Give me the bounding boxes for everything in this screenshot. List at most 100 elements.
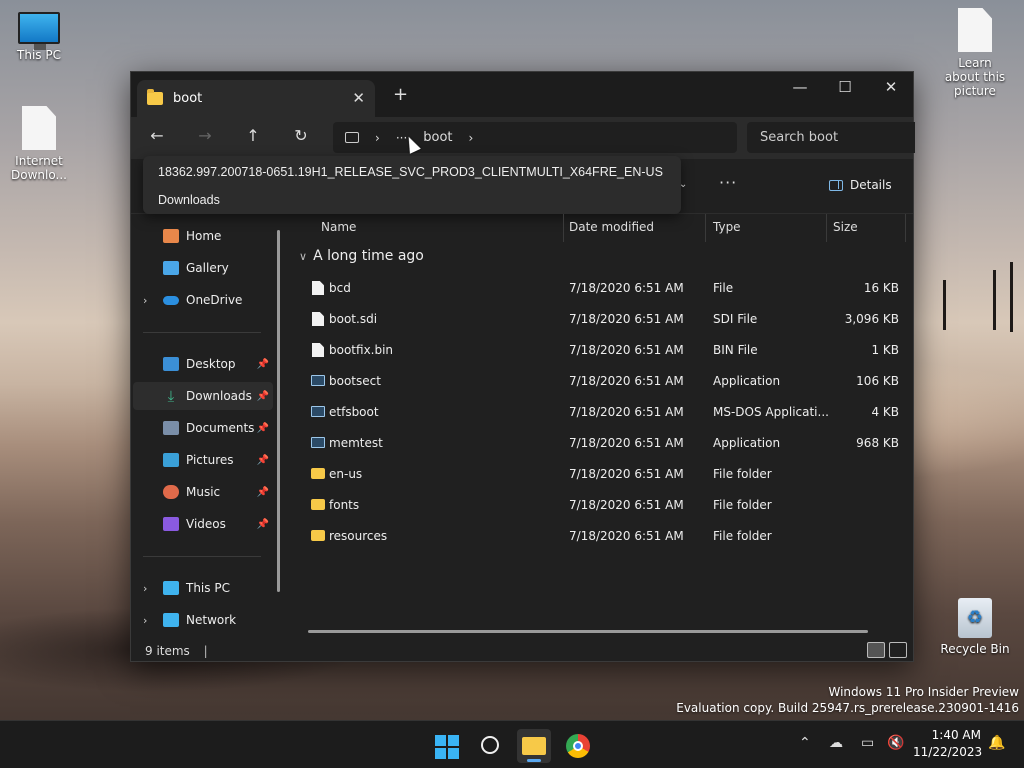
details-pane-button[interactable]: Details — [829, 178, 892, 192]
see-more-button[interactable]: ··· — [719, 173, 737, 192]
sidebar-item-label: Gallery — [186, 261, 229, 275]
breadcrumb-boot[interactable]: boot — [423, 130, 452, 145]
tab-boot[interactable]: boot ✕ — [137, 80, 375, 117]
chevron-right-icon[interactable]: › — [143, 614, 147, 627]
sidebar-item-pictures[interactable]: Pictures 📌 — [133, 446, 273, 474]
horizontal-scrollbar[interactable] — [308, 630, 868, 633]
recycle-bin-icon: ♻ — [958, 598, 992, 638]
file-row[interactable]: fonts 7/18/2020 6:51 AM File folder — [307, 490, 907, 521]
tab-close-icon[interactable]: ✕ — [352, 89, 365, 107]
file-name: fonts — [329, 498, 360, 512]
palm-tree-trunk — [1010, 262, 1013, 332]
file-name: bootfix.bin — [329, 343, 394, 357]
file-row[interactable]: memtest 7/18/2020 6:51 AM Application 968 K… — [307, 428, 907, 459]
application-icon — [311, 406, 325, 417]
sidebar-item-onedrive[interactable]: › OneDrive — [133, 286, 273, 314]
windows-logo-icon — [435, 735, 446, 746]
desktop-icon-label: Recycle Bin — [940, 642, 1010, 656]
breadcrumb-separator[interactable]: › — [469, 131, 474, 145]
column-header-date[interactable]: Date modified — [561, 214, 705, 242]
file-row[interactable]: bcd 7/18/2020 6:51 AM File 16 KB — [307, 273, 907, 304]
file-size: 4 KB — [871, 405, 899, 419]
volume-muted-icon[interactable]: 🔇 — [887, 735, 904, 751]
group-label: A long time ago — [313, 248, 424, 264]
sidebar-item-music[interactable]: Music 📌 — [133, 478, 273, 506]
sidebar-item-this-pc[interactable]: › This PC — [133, 574, 273, 602]
flyout-item-downloads[interactable]: Downloads — [158, 193, 220, 207]
column-divider[interactable] — [905, 214, 906, 242]
sidebar-item-label: Desktop — [186, 357, 236, 371]
back-button[interactable]: ← — [143, 126, 171, 145]
breadcrumb-separator[interactable]: › — [375, 131, 380, 145]
column-header-type[interactable]: Type — [705, 214, 825, 242]
column-header-size[interactable]: Size — [825, 214, 905, 242]
onedrive-icon[interactable]: ☁ — [829, 735, 843, 751]
file-date: 7/18/2020 6:51 AM — [569, 498, 684, 512]
file-size: 1 KB — [871, 343, 899, 357]
close-button[interactable]: ✕ — [868, 78, 914, 96]
file-name: bcd — [329, 281, 351, 295]
build-watermark-line2: Evaluation copy. Build 25947.rs_prerelea… — [676, 701, 1019, 715]
up-button[interactable]: ↑ — [239, 126, 267, 145]
tiles-view-button[interactable] — [889, 642, 907, 658]
file-list: Name Date modified Type Size ∨ A long ti… — [291, 214, 913, 624]
file-name: memtest — [329, 436, 383, 450]
details-view-button[interactable] — [867, 642, 885, 658]
sidebar-item-videos[interactable]: Videos 📌 — [133, 510, 273, 538]
sidebar-item-home[interactable]: Home — [133, 222, 273, 250]
title-bar: boot ✕ + — ☐ ✕ — [131, 72, 913, 117]
active-indicator — [527, 759, 541, 762]
desktop-icon-internet-download[interactable]: Internet Downlo... — [4, 106, 74, 182]
pin-icon: 📌 — [256, 518, 269, 530]
file-row[interactable]: etfsboot 7/18/2020 6:51 AM MS-DOS Applicat… — [307, 397, 907, 428]
notification-bell-icon[interactable]: 🔔 — [988, 735, 1005, 751]
file-date: 7/18/2020 6:51 AM — [569, 374, 684, 388]
network-icon[interactable]: ▭ — [861, 735, 874, 751]
file-row[interactable]: resources 7/18/2020 6:51 AM File folder — [307, 521, 907, 552]
chevron-right-icon[interactable]: › — [143, 582, 147, 595]
file-date: 7/18/2020 6:51 AM — [569, 281, 684, 295]
monitor-icon — [18, 12, 60, 50]
minimize-button[interactable]: — — [777, 78, 823, 96]
file-row[interactable]: boot.sdi 7/18/2020 6:51 AM SDI File 3,096 K… — [307, 304, 907, 335]
sidebar-item-desktop[interactable]: Desktop 📌 — [133, 350, 273, 378]
file-date: 7/18/2020 6:51 AM — [569, 467, 684, 481]
chevron-down-icon[interactable]: ⌄ — [679, 179, 687, 190]
sidebar-item-gallery[interactable]: Gallery — [133, 254, 273, 282]
chrome-taskbar-button[interactable] — [561, 729, 595, 763]
refresh-button[interactable]: ↻ — [287, 126, 315, 145]
desktop-icon-recycle-bin[interactable]: ♻ Recycle Bin — [940, 598, 1010, 656]
new-tab-button[interactable]: + — [393, 84, 408, 105]
desktop-icon-learn-about-picture[interactable]: Learn about this picture — [940, 8, 1010, 98]
clock-time: 1:40 AM — [931, 728, 981, 742]
search-button[interactable] — [474, 729, 508, 763]
clock[interactable]: 1:40 AM 11/22/2023 — [913, 727, 982, 761]
file-explorer-taskbar-button[interactable] — [517, 729, 551, 763]
sidebar-scrollbar[interactable] — [277, 230, 280, 592]
column-header-name[interactable]: Name — [313, 214, 563, 242]
forward-button[interactable]: → — [191, 126, 219, 145]
desktop-icon-this-pc[interactable]: This PC — [4, 12, 74, 62]
flyout-item-release-folder[interactable]: 18362.997.200718-0651.19H1_RELEASE_SVC_P… — [158, 165, 663, 179]
sidebar-item-downloads[interactable]: ⤓ Downloads 📌 — [133, 382, 273, 410]
file-row[interactable]: bootfix.bin 7/18/2020 6:51 AM BIN File 1 KB — [307, 335, 907, 366]
file-size: 968 KB — [856, 436, 899, 450]
file-name: en-us — [329, 467, 363, 481]
sidebar-item-documents[interactable]: Documents 📌 — [133, 414, 273, 442]
tab-title: boot — [173, 91, 203, 106]
search-input[interactable]: Search boot — [747, 122, 915, 153]
file-row[interactable]: bootsect 7/18/2020 6:51 AM Application 106 … — [307, 366, 907, 397]
file-icon — [312, 343, 324, 357]
sidebar-item-network[interactable]: › Network — [133, 606, 273, 634]
computer-icon[interactable] — [345, 132, 359, 143]
file-row[interactable]: en-us 7/18/2020 6:51 AM File folder — [307, 459, 907, 490]
start-button[interactable] — [429, 729, 463, 763]
sidebar-item-label: Pictures — [186, 453, 234, 467]
address-bar[interactable]: › ··· boot › — [333, 122, 737, 153]
show-hidden-icons-button[interactable]: ⌃ — [799, 735, 811, 751]
sidebar-item-label: Network — [186, 613, 237, 627]
desktop-icon-label: Learn about this picture — [944, 56, 1006, 98]
chevron-right-icon[interactable]: › — [143, 294, 147, 307]
maximize-button[interactable]: ☐ — [822, 78, 868, 96]
group-header[interactable]: ∨ A long time ago — [299, 248, 424, 264]
